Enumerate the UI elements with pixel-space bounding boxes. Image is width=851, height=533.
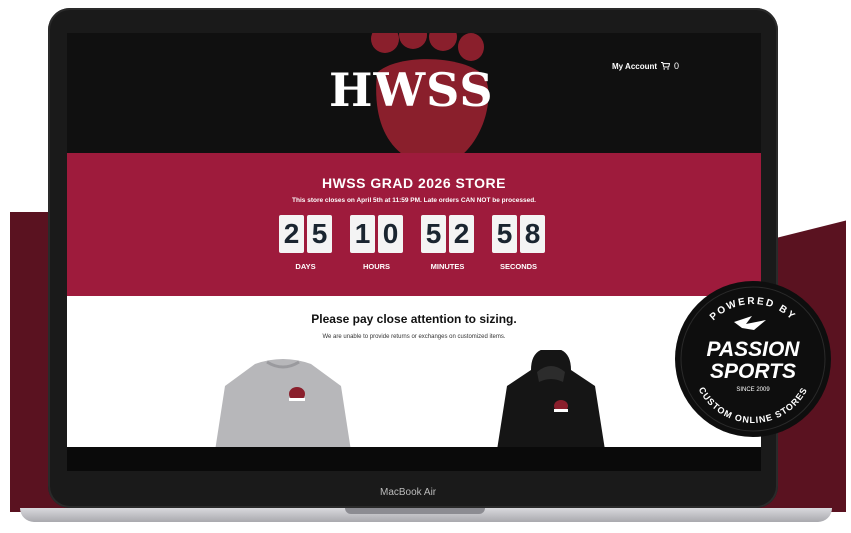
site-header: HWSS My Account 0 [67, 33, 761, 153]
countdown-banner: HWSS GRAD 2026 STORE This store closes o… [67, 153, 761, 296]
cart-icon [661, 62, 670, 70]
countdown-label: HOURS [362, 262, 391, 271]
countdown-label: MINUTES [430, 262, 465, 271]
screen-bottom-bezel [67, 447, 761, 471]
countdown-label: SECONDS [499, 262, 538, 271]
digit-tile: 2 [449, 215, 474, 253]
returns-notice: We are unable to provide returns or exch… [322, 334, 506, 340]
cart-count: 0 [674, 61, 680, 71]
my-account-link[interactable]: My Account [612, 62, 657, 71]
countdown-label: DAYS [295, 262, 316, 271]
store-logo[interactable]: HWSS [329, 63, 494, 117]
digit-tile: 5 [307, 215, 332, 253]
countdown-seconds: 5 8 SECONDS [492, 215, 545, 271]
digit-tile: 8 [520, 215, 545, 253]
products-section: Please pay close attention to sizing. We… [67, 296, 761, 447]
badge-brand-line1: PASSION [707, 338, 801, 361]
digit-tile: 0 [378, 215, 403, 253]
sizing-heading: Please pay close attention to sizing. [311, 312, 517, 326]
countdown-hours: 1 0 HOURS [350, 215, 403, 271]
black-hoodie-product-image[interactable] [497, 350, 605, 447]
laptop-model-label: MacBook Air [380, 487, 437, 498]
badge-brand-line2: SPORTS [710, 360, 796, 383]
digit-tile: 5 [492, 215, 517, 253]
digit-tile: 5 [421, 215, 446, 253]
laptop-screen: HWSS My Account 0 HWSS GRAD 2026 STORE T… [67, 33, 761, 447]
passion-sports-badge: POWERED BY PASSION SPORTS SINCE 2009 CUS… [675, 281, 831, 437]
grey-crewneck-product-image[interactable] [215, 356, 351, 447]
cart-button[interactable]: 0 [661, 61, 679, 71]
closing-notice: This store closes on April 5th at 11:59 … [292, 197, 536, 204]
countdown-timer: 2 5 DAYS 1 0 HOURS 5 2 MINUTES 5 8 SECON… [279, 215, 545, 271]
badge-since: SINCE 2009 [736, 387, 770, 393]
laptop-base-notch [345, 508, 485, 514]
store-title: HWSS GRAD 2026 STORE [321, 175, 506, 191]
digit-tile: 1 [350, 215, 375, 253]
countdown-minutes: 5 2 MINUTES [421, 215, 474, 271]
digit-tile: 2 [279, 215, 304, 253]
countdown-days: 2 5 DAYS [279, 215, 332, 271]
